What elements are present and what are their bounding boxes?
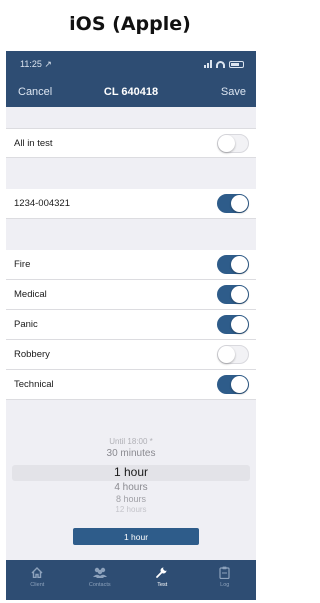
picker-option[interactable]: 30 minutes (6, 448, 256, 459)
tab-client[interactable]: Client (6, 560, 69, 600)
status-bar: 11:25 ↗ (6, 51, 256, 77)
save-button[interactable]: Save (221, 86, 246, 98)
people-icon (91, 565, 109, 579)
tab-label: Contacts (88, 582, 111, 588)
toggle-knob (218, 346, 235, 363)
tab-label: Test (157, 582, 168, 588)
duration-picker[interactable]: Until 18:00 * 30 minutes 1 hour 4 hours … (6, 433, 256, 519)
nav-title: CL 640418 (103, 86, 159, 98)
device-toggle[interactable] (217, 194, 249, 213)
picker-option[interactable]: 8 hours (6, 494, 256, 504)
tab-contacts[interactable]: Contacts (69, 560, 132, 600)
tab-label: Log (220, 582, 230, 588)
setting-label: All in test (14, 137, 53, 149)
toggle-knob (231, 256, 248, 273)
toggle-knob (231, 195, 248, 212)
signal-row-robbery[interactable]: Robbery (6, 340, 256, 370)
picker-option[interactable]: 4 hours (6, 482, 256, 493)
panic-toggle[interactable] (217, 315, 249, 334)
setting-row-device[interactable]: 1234-004321 (6, 189, 256, 219)
nav-bar: Cancel CL 640418 Save (6, 77, 256, 107)
toggle-knob (231, 376, 248, 393)
signal-row-medical[interactable]: Medical (6, 280, 256, 310)
home-icon (28, 565, 46, 579)
toggle-knob (231, 286, 248, 303)
signal-label: Fire (14, 259, 31, 270)
tab-label: Client (30, 582, 45, 588)
status-time: 11:25 ↗ (20, 58, 52, 69)
battery-icon (229, 60, 244, 68)
signal-label: Medical (14, 289, 47, 300)
clipboard-icon (216, 565, 234, 579)
signal-icon (204, 60, 212, 68)
fire-toggle[interactable] (217, 255, 249, 274)
confirm-duration-button[interactable]: 1 hour (73, 528, 199, 545)
wrench-icon (153, 565, 171, 579)
technical-toggle[interactable] (217, 375, 249, 394)
picker-option[interactable]: Until 18:00 * (6, 437, 256, 446)
all-in-test-toggle[interactable] (217, 133, 249, 153)
phone-screen: 11:25 ↗ Cancel CL 640418 Save All in tes… (6, 51, 256, 600)
toggle-knob (218, 134, 235, 152)
signal-label: Technical (14, 379, 54, 390)
picker-option[interactable]: 12 hours (6, 505, 256, 512)
status-icons (204, 60, 244, 68)
signal-label: Panic (14, 319, 38, 330)
medical-toggle[interactable] (217, 285, 249, 304)
setting-label: 1234-004321 (14, 198, 70, 209)
tab-test[interactable]: Test (131, 560, 194, 600)
page-heading: iOS (Apple) (69, 13, 191, 35)
wifi-icon (216, 60, 225, 68)
signal-row-fire[interactable]: Fire (6, 250, 256, 280)
setting-row-all-in-test[interactable]: All in test (6, 128, 256, 158)
toggle-knob (231, 316, 248, 333)
picker-option-selected[interactable]: 1 hour (6, 465, 256, 479)
tab-bar: Client Contacts Test Log (6, 560, 256, 600)
signal-row-technical[interactable]: Technical (6, 370, 256, 400)
robbery-toggle[interactable] (217, 345, 249, 364)
signal-label: Robbery (14, 349, 50, 360)
tab-log[interactable]: Log (194, 560, 257, 600)
signal-row-panic[interactable]: Panic (6, 310, 256, 340)
